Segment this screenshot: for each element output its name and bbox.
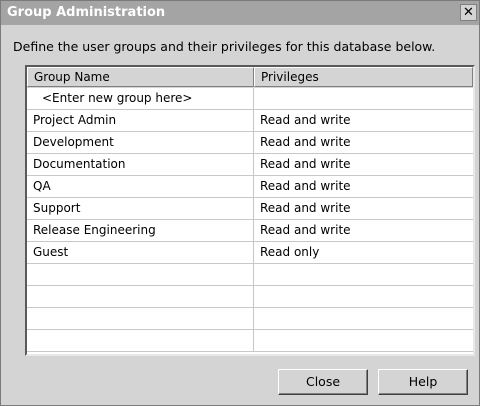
group-name-cell[interactable] — [27, 308, 254, 330]
group-name-cell[interactable]: Project Admin — [27, 110, 254, 132]
privilege-cell[interactable] — [254, 264, 473, 286]
close-icon[interactable]: ✕ — [460, 4, 477, 21]
group-name-cell[interactable]: Support — [27, 198, 254, 220]
table-row[interactable]: Development Read and write — [27, 132, 473, 154]
new-group-entry-cell[interactable]: <Enter new group here> — [27, 88, 254, 110]
privilege-cell[interactable] — [254, 308, 473, 330]
table-row[interactable]: Support Read and write — [27, 198, 473, 220]
title-bar[interactable]: Group Administration ✕ — [1, 1, 479, 25]
table-row[interactable] — [27, 264, 473, 286]
table-row[interactable]: Documentation Read and write — [27, 154, 473, 176]
group-name-cell[interactable] — [27, 286, 254, 308]
table-row[interactable] — [27, 308, 473, 330]
close-button[interactable]: Close — [278, 369, 368, 395]
table-row[interactable] — [27, 286, 473, 308]
privilege-cell[interactable]: Read and write — [254, 176, 473, 198]
instructions-text: Define the user groups and their privile… — [13, 39, 436, 54]
group-name-cell[interactable]: Guest — [27, 242, 254, 264]
table-row[interactable] — [27, 330, 473, 352]
group-name-cell[interactable]: Documentation — [27, 154, 254, 176]
privilege-cell[interactable]: Read and write — [254, 154, 473, 176]
privilege-cell[interactable] — [254, 330, 473, 352]
privilege-cell[interactable]: Read only — [254, 242, 473, 264]
privilege-cell[interactable]: Read and write — [254, 110, 473, 132]
help-button[interactable]: Help — [378, 369, 468, 395]
privilege-cell[interactable] — [254, 286, 473, 308]
privilege-cell[interactable]: Read and write — [254, 220, 473, 242]
group-name-cell[interactable]: QA — [27, 176, 254, 198]
table-row[interactable]: Project Admin Read and write — [27, 110, 473, 132]
group-name-cell[interactable] — [27, 330, 254, 352]
privilege-cell[interactable] — [254, 88, 473, 110]
group-grid[interactable]: Group Name Privileges <Enter new group h… — [25, 65, 475, 356]
grid-header: Group Name Privileges — [27, 67, 473, 88]
table-row[interactable]: <Enter new group here> — [27, 88, 473, 110]
group-name-cell[interactable]: Release Engineering — [27, 220, 254, 242]
table-row[interactable]: Release Engineering Read and write — [27, 220, 473, 242]
privilege-cell[interactable]: Read and write — [254, 198, 473, 220]
group-administration-dialog: Group Administration ✕ Define the user g… — [0, 0, 480, 406]
privilege-cell[interactable]: Read and write — [254, 132, 473, 154]
group-name-cell[interactable] — [27, 264, 254, 286]
group-name-cell[interactable]: Development — [27, 132, 254, 154]
table-row[interactable]: Guest Read only — [27, 242, 473, 264]
window-title: Group Administration — [7, 5, 166, 20]
column-header-privileges[interactable]: Privileges — [254, 67, 473, 87]
table-row[interactable]: QA Read and write — [27, 176, 473, 198]
column-header-group-name[interactable]: Group Name — [27, 67, 254, 87]
